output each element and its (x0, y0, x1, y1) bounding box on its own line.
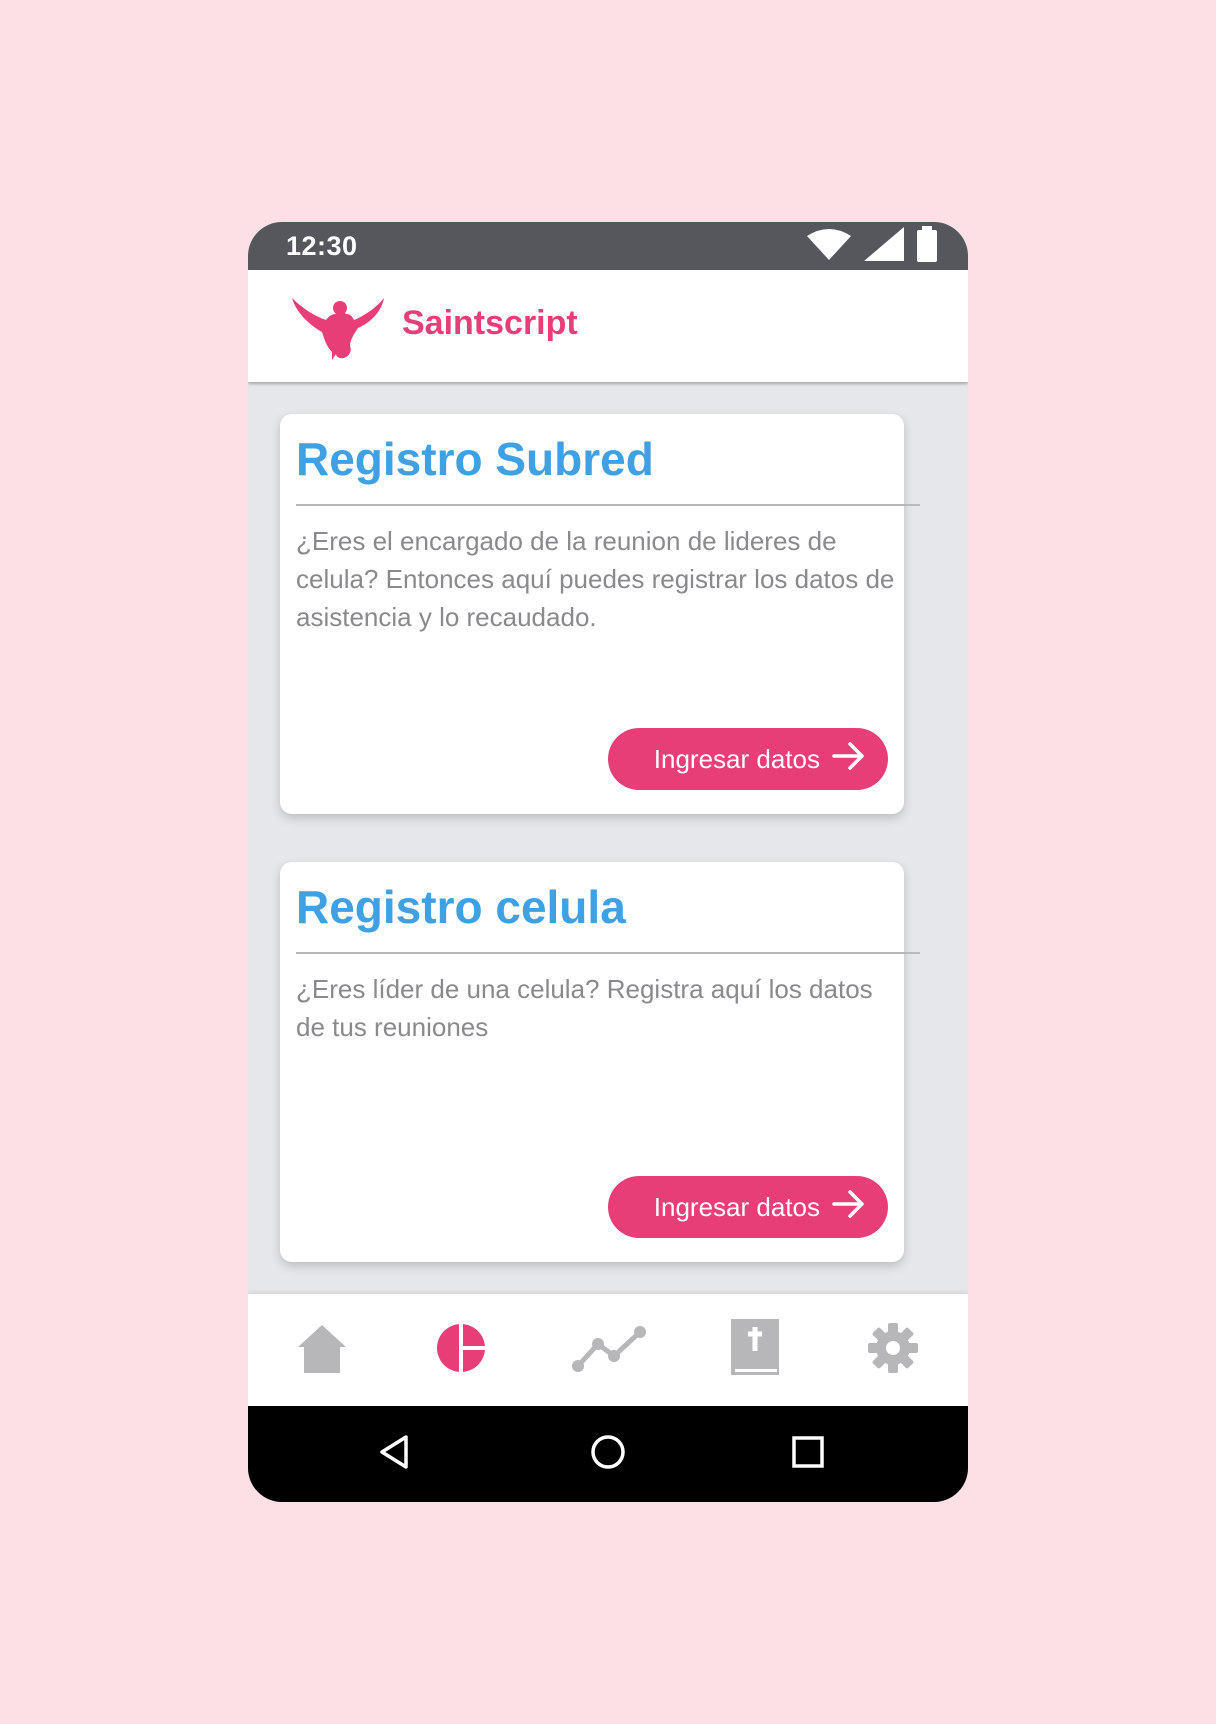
dove-logo-icon (292, 294, 384, 360)
card-description: ¿Eres líder de una celula? Registra aquí… (296, 974, 873, 1042)
status-icons (806, 225, 938, 267)
system-home-button[interactable] (584, 1430, 632, 1478)
card-registro-celula: Registro celula ¿Eres líder de una celul… (280, 862, 920, 1262)
app-bar: Saintscript (248, 270, 968, 382)
system-nav-bar (248, 1406, 968, 1502)
nav-settings[interactable] (853, 1318, 933, 1382)
battery-icon (916, 225, 938, 267)
card-description: ¿Eres el encargado de la reunion de lide… (296, 526, 895, 632)
line-chart-icon (572, 1322, 648, 1379)
bottom-nav (248, 1294, 968, 1406)
signal-icon (864, 226, 904, 266)
card-title: Registro celula (296, 881, 626, 933)
arrow-right-icon (832, 1189, 866, 1226)
button-label: Ingresar datos (653, 1191, 820, 1222)
bible-icon (729, 1318, 781, 1382)
app-title: Saintscript (402, 304, 578, 342)
phone-frame: 12:30 Saintscript Registro Subred ¿Eres … (248, 222, 968, 1502)
pie-chart-icon (435, 1322, 487, 1379)
gear-icon (868, 1322, 918, 1378)
card-title: Registro Subred (296, 433, 654, 485)
ingresar-datos-button-celula[interactable]: Ingresar datos (608, 1176, 888, 1238)
card-registro-subred: Registro Subred ¿Eres el encargado de la… (280, 414, 920, 814)
ingresar-datos-button-subred[interactable]: Ingresar datos (608, 728, 888, 790)
system-back-button[interactable] (370, 1430, 418, 1478)
nav-statistics[interactable] (570, 1318, 650, 1382)
back-icon (376, 1434, 412, 1475)
nav-reports[interactable] (421, 1318, 501, 1382)
system-recents-button[interactable] (784, 1430, 832, 1478)
nav-bible[interactable] (715, 1318, 795, 1382)
home-circle-icon (590, 1434, 626, 1475)
recents-icon (790, 1434, 826, 1475)
wifi-icon (806, 228, 852, 265)
card-divider (296, 952, 920, 954)
nav-home[interactable] (282, 1318, 362, 1382)
card-divider (296, 504, 920, 506)
button-label: Ingresar datos (653, 743, 820, 774)
status-bar: 12:30 (248, 222, 968, 270)
status-time: 12:30 (286, 231, 358, 261)
arrow-right-icon (832, 741, 866, 778)
home-icon (296, 1323, 348, 1378)
